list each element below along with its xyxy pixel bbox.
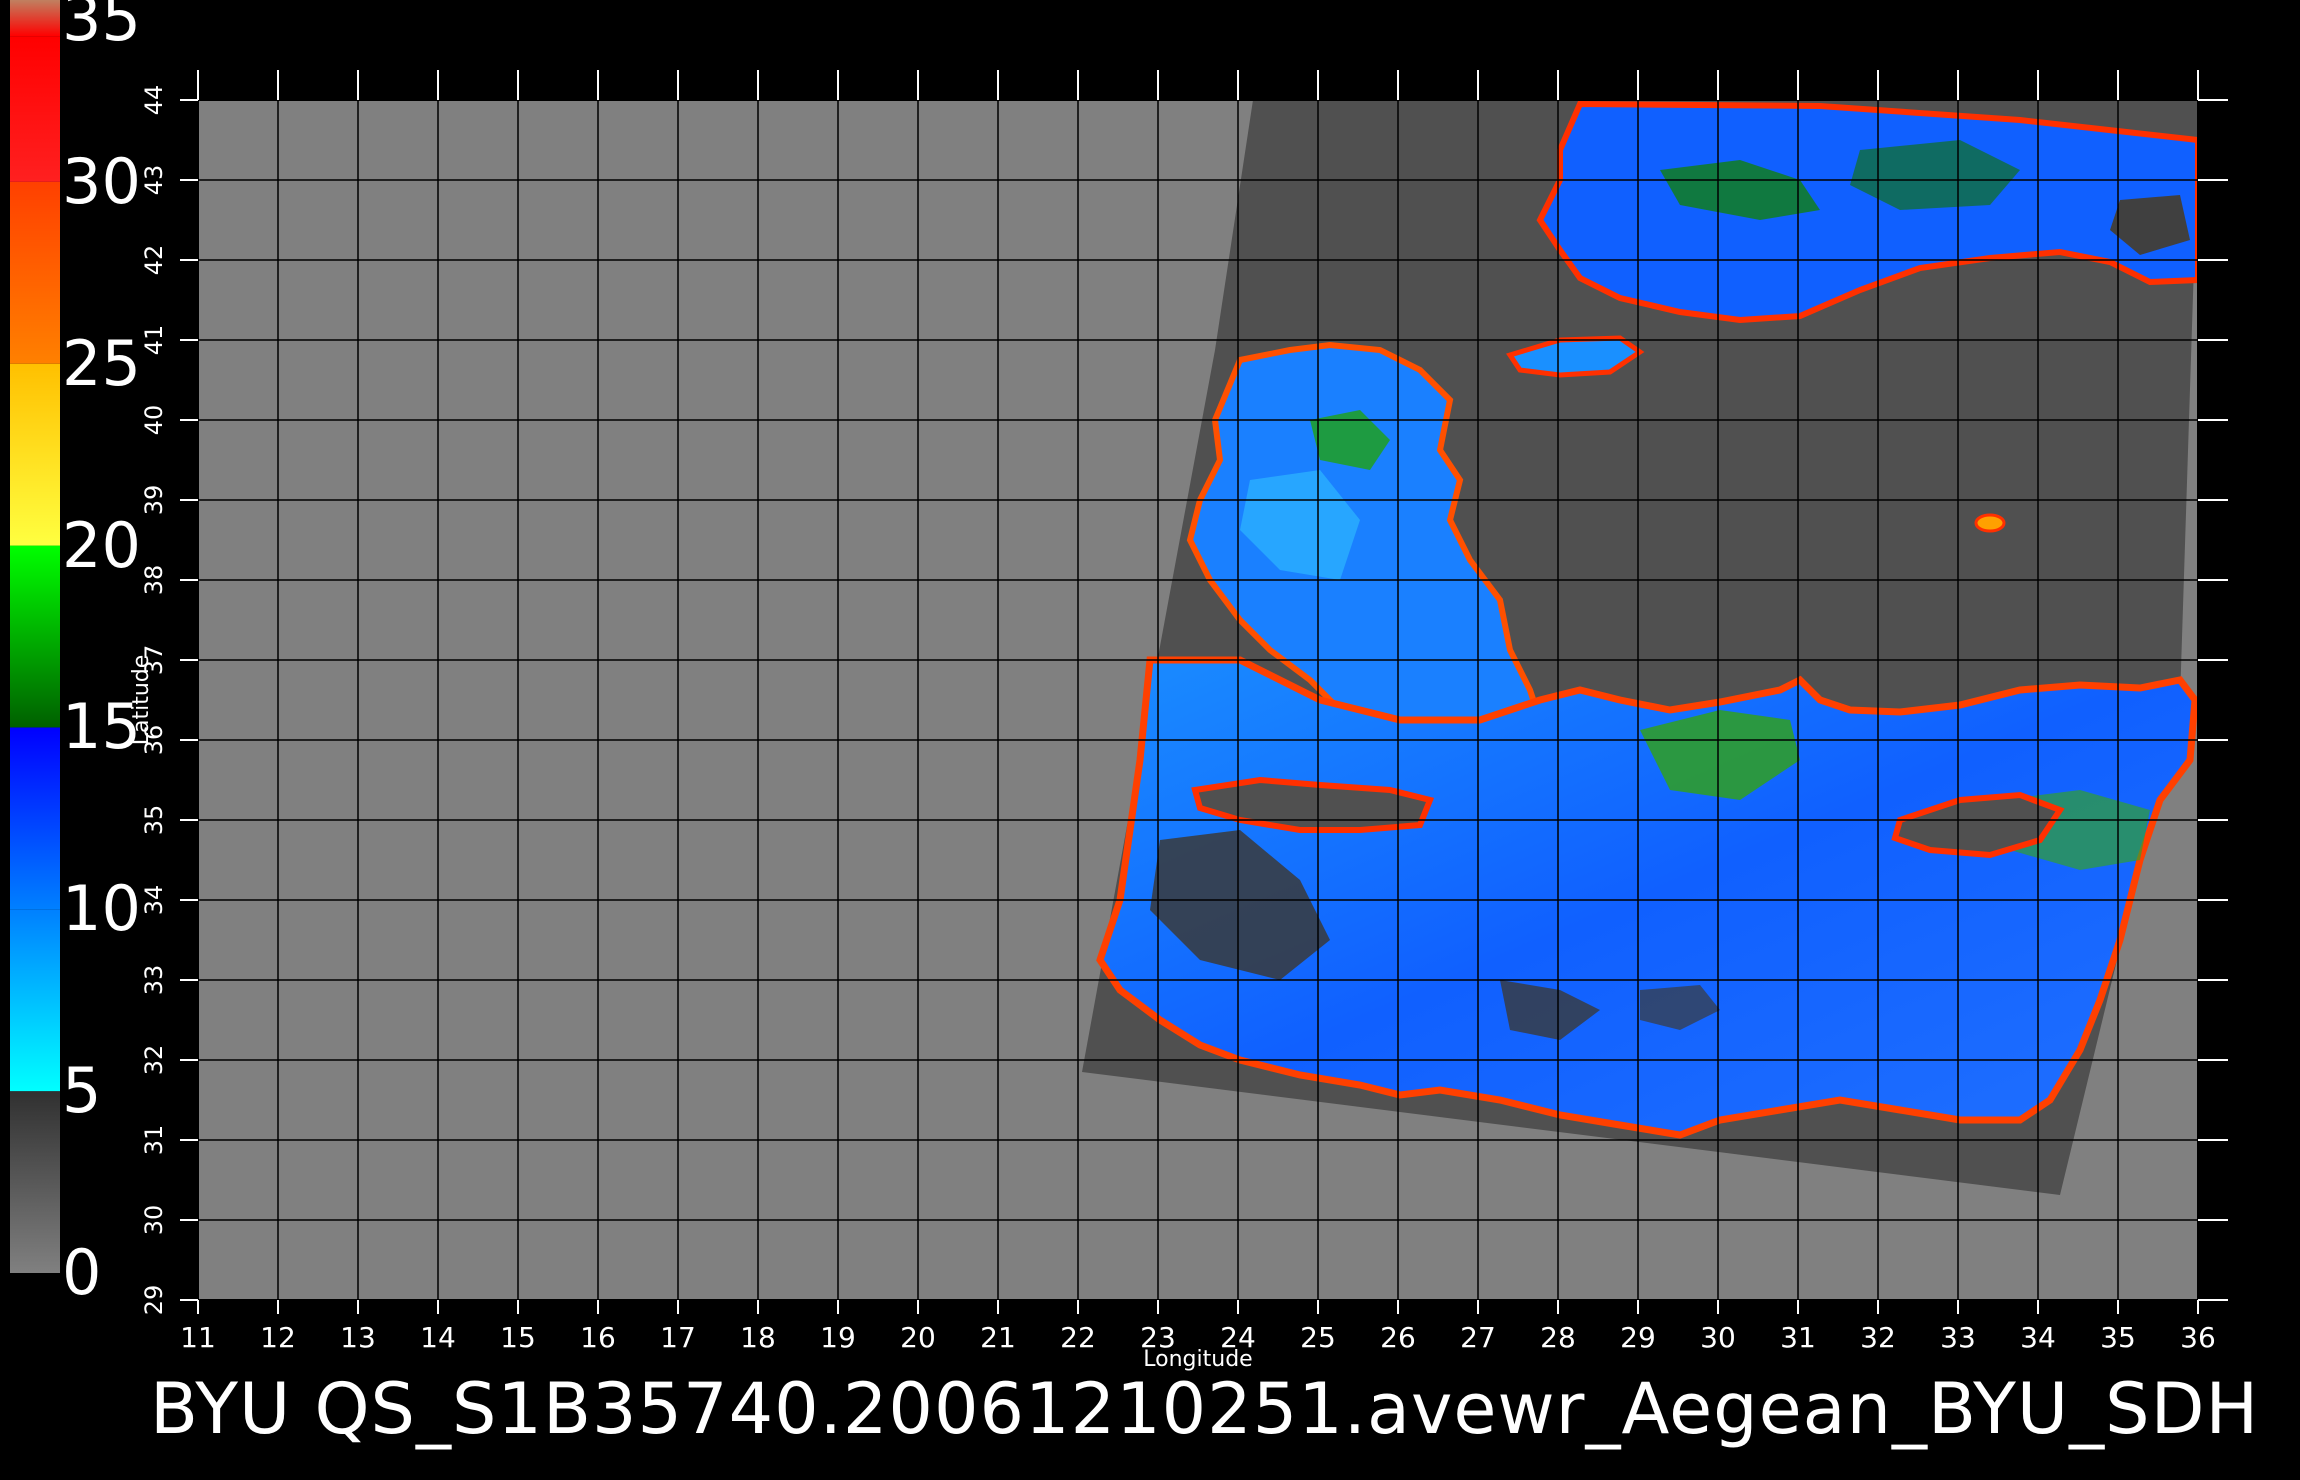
colorbar-label: 20 xyxy=(62,508,141,582)
lat-tick-label: 32 xyxy=(140,1045,168,1076)
image-caption: BYU QS_S1B35740.20061210251.avewr_Aegean… xyxy=(150,1368,2260,1450)
colorbar-label: 15 xyxy=(62,690,141,764)
lon-tick-label: 14 xyxy=(420,1321,456,1354)
lat-tick-label: 43 xyxy=(140,165,168,196)
lon-tick-label: 35 xyxy=(2100,1321,2136,1354)
lat-tick-label: 30 xyxy=(140,1205,168,1236)
lon-tick-label: 18 xyxy=(740,1321,776,1354)
lon-tick-label: 32 xyxy=(1860,1321,1896,1354)
lon-tick-label: 20 xyxy=(900,1321,936,1354)
colorbar-label: 0 xyxy=(62,1236,102,1309)
inland-lake xyxy=(1974,513,2006,533)
colorbar-label: 35 xyxy=(62,0,141,55)
lat-tick-label: 42 xyxy=(140,245,168,276)
lon-tick-label: 31 xyxy=(1780,1321,1816,1354)
lon-tick-label: 27 xyxy=(1460,1321,1496,1354)
lon-tick-label: 19 xyxy=(820,1321,856,1354)
colorbar-segment xyxy=(10,1091,60,1273)
colorbar-segment xyxy=(10,545,60,728)
lat-tick-label: 44 xyxy=(140,85,168,116)
lat-tick-label: 34 xyxy=(140,885,168,916)
lon-tick-label: 16 xyxy=(580,1321,616,1354)
colorbar-segment xyxy=(10,363,60,546)
lon-tick-label: 13 xyxy=(340,1321,376,1354)
lat-tick-label: 40 xyxy=(140,405,168,436)
colorbar-segment xyxy=(10,181,60,364)
map-figure: 11 12 13 14 15 16 17 18 19 20 21 22 23 24 25 26 27 28 29 30… xyxy=(129,70,2228,1372)
lon-tick-label: 33 xyxy=(1940,1321,1976,1354)
lon-tick-label: 36 xyxy=(2180,1321,2216,1354)
lon-tick-label: 11 xyxy=(180,1321,216,1354)
colorbar-segment xyxy=(10,727,60,910)
colorbar xyxy=(10,0,60,1273)
lon-tick-label: 29 xyxy=(1620,1321,1656,1354)
lon-tick-label: 34 xyxy=(2020,1321,2056,1354)
lon-tick-label: 15 xyxy=(500,1321,536,1354)
colorbar-segment xyxy=(10,36,60,182)
colorbar-label: 5 xyxy=(62,1054,102,1128)
lon-tick-label: 28 xyxy=(1540,1321,1576,1354)
lon-tick-label: 30 xyxy=(1700,1321,1736,1354)
lon-tick-label: 17 xyxy=(660,1321,696,1354)
lon-tick-label: 26 xyxy=(1380,1321,1416,1354)
lon-tick-label: 12 xyxy=(260,1321,296,1354)
lat-tick-label: 41 xyxy=(140,325,168,356)
colorbar-label: 30 xyxy=(62,144,141,218)
lat-tick-label: 39 xyxy=(140,485,168,516)
lon-tick-label: 21 xyxy=(980,1321,1016,1354)
lat-tick-label: 31 xyxy=(140,1125,168,1156)
lon-tick-label: 22 xyxy=(1060,1321,1096,1354)
lat-tick-label: 33 xyxy=(140,965,168,996)
lat-tick-label: 35 xyxy=(140,805,168,836)
lon-tick-label: 25 xyxy=(1300,1321,1336,1354)
colorbar-segment xyxy=(10,0,60,37)
lat-tick-label: 38 xyxy=(140,565,168,596)
colorbar-label: 10 xyxy=(62,872,141,946)
colorbar-segment xyxy=(10,909,60,1092)
colorbar-label: 25 xyxy=(62,326,141,400)
lat-tick-label: 29 xyxy=(140,1285,168,1316)
